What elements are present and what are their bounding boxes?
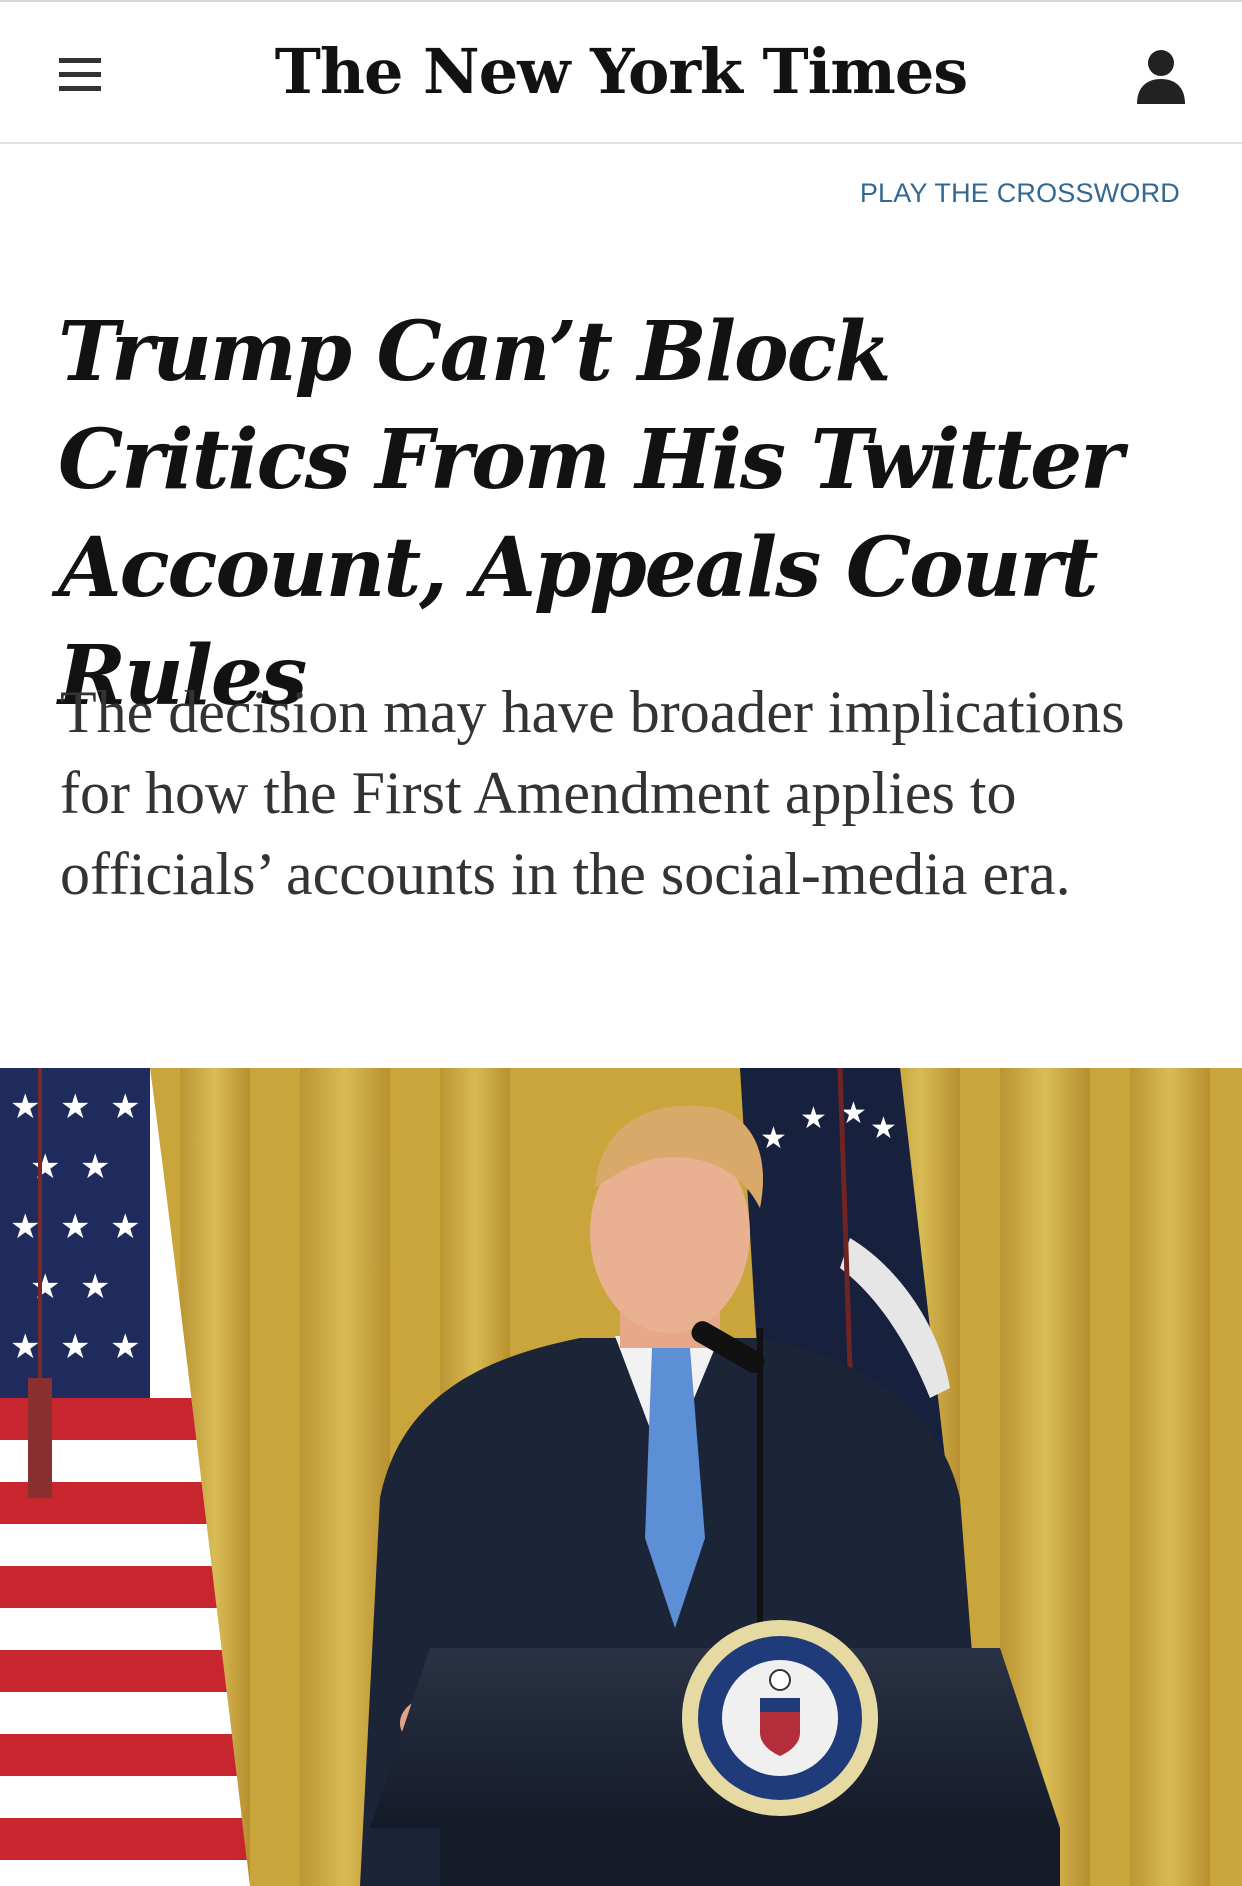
play-crossword-link[interactable]: PLAY THE CROSSWORD — [860, 178, 1180, 209]
user-account-icon[interactable] — [1135, 48, 1187, 104]
svg-text:★: ★ — [870, 1111, 897, 1146]
svg-text:★: ★ — [60, 1207, 90, 1247]
svg-text:★: ★ — [800, 1101, 827, 1136]
svg-text:★: ★ — [80, 1147, 110, 1187]
svg-text:★: ★ — [60, 1327, 90, 1367]
svg-text:★: ★ — [10, 1207, 40, 1247]
lead-photo: ★ ★ ★ ★ ★ ★ ★ ★ ★ ★ ★ ★ ★ ★ ★ ★ ★ — [0, 1068, 1242, 1886]
svg-text:★: ★ — [760, 1121, 787, 1156]
masthead: The New York Times — [0, 0, 1242, 144]
svg-text:★: ★ — [10, 1327, 40, 1367]
lead-photo-illustration: ★ ★ ★ ★ ★ ★ ★ ★ ★ ★ ★ ★ ★ ★★ ★ ★ — [0, 1068, 1242, 1886]
svg-text:★: ★ — [30, 1267, 60, 1307]
svg-text:★: ★ — [110, 1327, 140, 1367]
svg-text:★: ★ — [60, 1087, 90, 1127]
svg-text:★: ★ — [80, 1267, 110, 1307]
svg-text:★: ★ — [110, 1207, 140, 1247]
presidential-seal — [682, 1620, 878, 1816]
nyt-logo[interactable]: The New York Times — [0, 32, 1242, 112]
svg-text:★: ★ — [30, 1147, 60, 1187]
svg-text:★: ★ — [10, 1087, 40, 1127]
article-summary: The decision may have broader implicatio… — [60, 679, 1125, 907]
presidential-podium — [370, 1620, 1060, 1886]
svg-text:★: ★ — [110, 1087, 140, 1127]
article-headline: Trump Can’t Block Critics From His Twitt… — [58, 304, 1123, 724]
